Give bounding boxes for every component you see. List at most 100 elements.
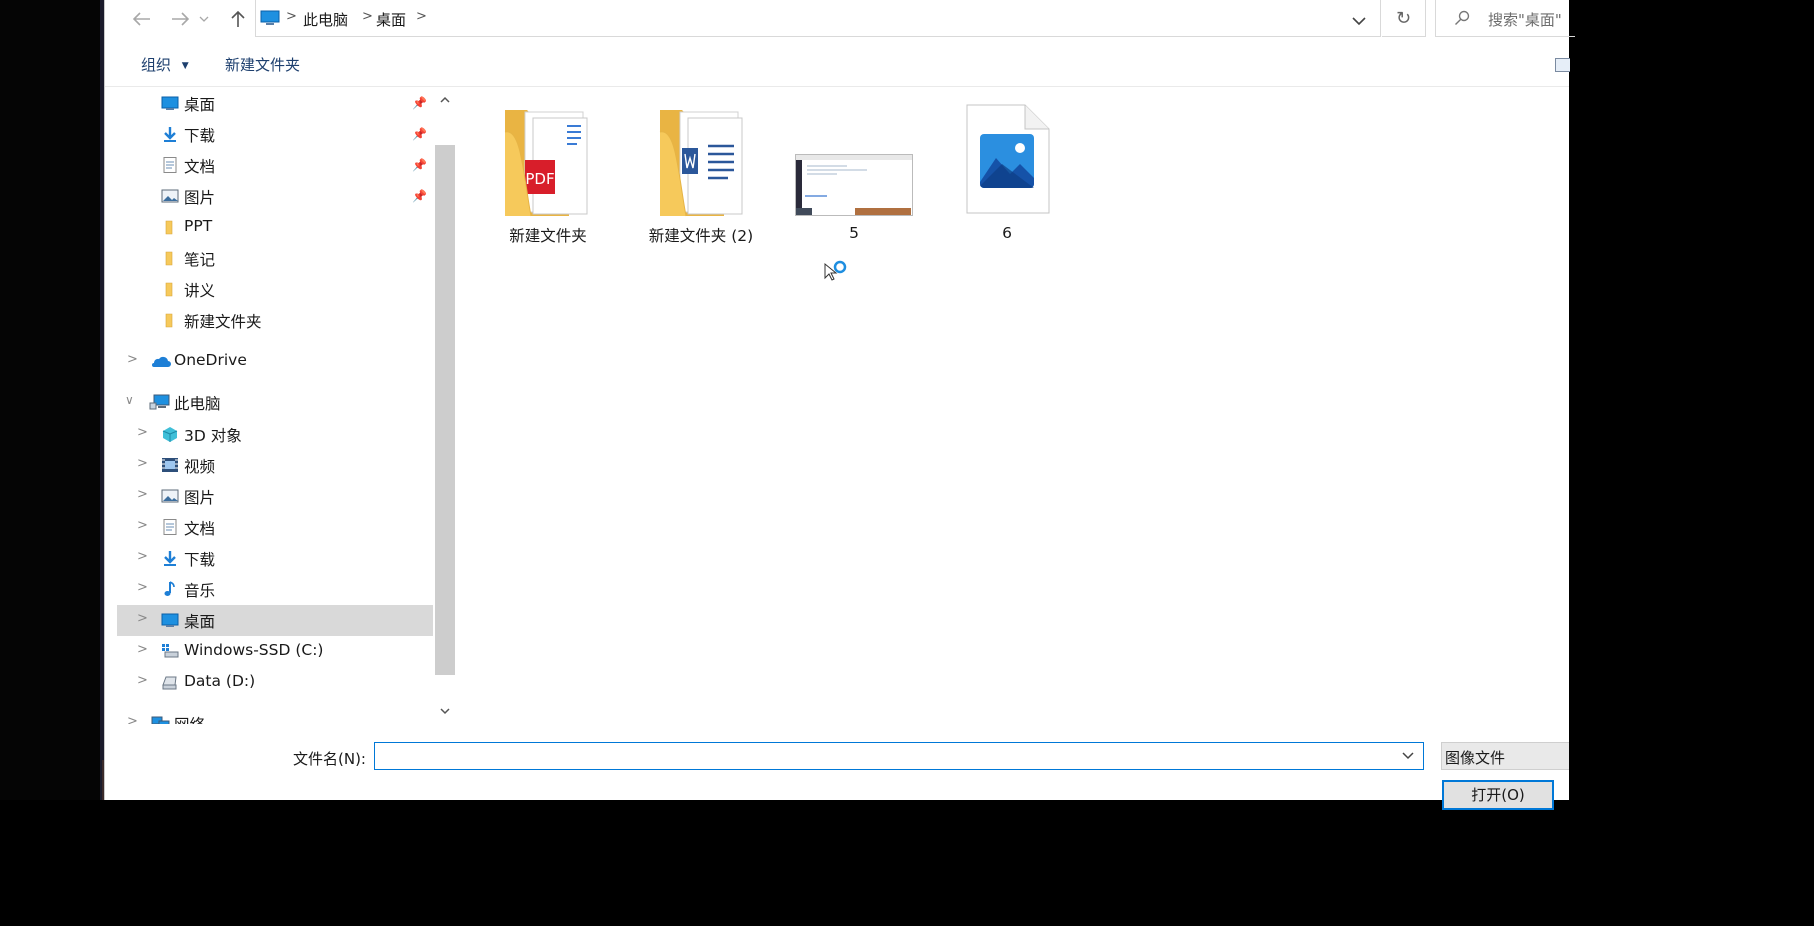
pin-icon[interactable]: 📌 <box>412 189 427 203</box>
breadcrumb-separator: > <box>362 9 373 24</box>
nav-item-label: 下载 <box>184 127 216 145</box>
file-item-5[interactable]: 5 <box>789 102 919 252</box>
busy-cursor-icon <box>824 260 847 281</box>
chevron-down-icon <box>199 16 209 22</box>
forward-button[interactable] <box>165 4 195 34</box>
file-name: 新建文件夹 <box>509 227 587 245</box>
chevron-right-icon[interactable]: > <box>137 456 148 471</box>
refresh-button[interactable]: ↻ <box>1382 0 1426 37</box>
command-toolbar: 组织 ▼ 新建文件夹 <box>105 38 1570 87</box>
nav-item-pictures[interactable]: 图片 📌 <box>117 181 433 212</box>
nav-item-pictures-pc[interactable]: > 图片 <box>117 481 433 512</box>
address-bar[interactable]: > 此电脑 > 桌面 > <box>255 0 1381 37</box>
nav-item-drive-c[interactable]: > Windows-SSD (C:) <box>117 636 433 667</box>
chevron-right-icon[interactable]: > <box>137 487 148 502</box>
search-icon <box>1455 10 1470 25</box>
nav-item-this-pc[interactable]: ∨ 此电脑 <box>117 387 433 418</box>
nav-item-documents[interactable]: 文档 📌 <box>117 150 433 181</box>
back-arrow-icon <box>133 12 150 26</box>
folder-icon <box>165 251 173 266</box>
pdf-badge-text: PDF <box>525 170 554 188</box>
open-button[interactable]: 打开(O) <box>1442 780 1554 810</box>
file-name: 6 <box>1002 224 1012 242</box>
folder-with-pdf-icon: PDF <box>504 110 588 217</box>
chevron-right-icon[interactable]: > <box>137 611 148 626</box>
nav-item-onedrive[interactable]: > OneDrive <box>117 346 433 377</box>
chevron-right-icon[interactable]: > <box>127 714 138 724</box>
nav-item-label: 文档 <box>184 520 216 538</box>
nav-item-label: 新建文件夹 <box>184 313 262 331</box>
download-arrow-icon <box>164 551 176 566</box>
download-arrow-icon <box>164 127 176 142</box>
pin-icon[interactable]: 📌 <box>412 96 427 110</box>
new-folder-button[interactable]: 新建文件夹 <box>225 54 300 75</box>
nav-item-label: 音乐 <box>184 582 216 600</box>
nav-item-ppt[interactable]: PPT <box>117 212 433 243</box>
nav-item-label: Windows-SSD (C:) <box>184 641 324 659</box>
nav-item-label: 3D 对象 <box>184 427 242 445</box>
file-item-6[interactable]: 6 <box>942 102 1072 252</box>
nav-item-notes[interactable]: 笔记 <box>117 243 433 274</box>
chevron-right-icon[interactable]: > <box>127 352 138 367</box>
scroll-up-button[interactable] <box>435 92 455 106</box>
nav-item-label: 视频 <box>184 458 216 476</box>
chevron-right-icon[interactable]: > <box>137 642 148 657</box>
breadcrumb-desktop[interactable]: 桌面 <box>376 9 406 30</box>
search-box[interactable]: 搜索"桌面" <box>1435 0 1575 37</box>
nav-item-network[interactable]: > 网络 <box>117 708 433 724</box>
chevron-right-icon[interactable]: > <box>137 549 148 564</box>
chevron-down-icon[interactable]: ∨ <box>125 393 134 407</box>
search-placeholder: 搜索"桌面" <box>1488 11 1562 29</box>
chevron-right-icon[interactable]: > <box>137 518 148 533</box>
filename-input[interactable] <box>374 742 1424 770</box>
file-type-filter[interactable]: 图像文件 <box>1441 742 1569 770</box>
pictures-icon <box>161 489 179 503</box>
nav-item-desktop[interactable]: 桌面 📌 <box>117 88 433 119</box>
nav-item-music[interactable]: > 音乐 <box>117 574 433 605</box>
file-item-folder[interactable]: PDF 新建文件夹 <box>483 102 613 252</box>
pin-icon[interactable]: 📌 <box>412 158 427 172</box>
nav-item-handouts[interactable]: 讲义 <box>117 274 433 305</box>
nav-scrollbar-thumb[interactable] <box>435 145 455 675</box>
file-type-filter-value: 图像文件 <box>1445 749 1506 767</box>
nav-item-label: Data (D:) <box>184 672 256 690</box>
chevron-right-icon[interactable]: > <box>137 580 148 595</box>
breadcrumb-this-pc[interactable]: 此电脑 <box>303 9 348 30</box>
nav-item-3d-objects[interactable]: > 3D 对象 <box>117 419 433 450</box>
chevron-up-icon <box>440 96 450 103</box>
up-button[interactable] <box>223 4 253 34</box>
navigation-pane[interactable]: 桌面 📌 下载 📌 文档 📌 图片 📌 PPT 笔记 讲义 新建文件夹 > On… <box>117 88 457 724</box>
nav-item-desktop-pc[interactable]: > 桌面 <box>117 605 433 636</box>
forward-arrow-icon <box>172 12 189 26</box>
filename-history-dropdown[interactable] <box>1395 745 1421 767</box>
chevron-right-icon[interactable]: > <box>137 673 148 688</box>
address-history-dropdown[interactable] <box>1352 12 1366 30</box>
windows-drive-icon <box>162 644 179 658</box>
pin-icon[interactable]: 📌 <box>412 127 427 141</box>
chevron-down-icon <box>440 708 450 715</box>
organize-button[interactable]: 组织 ▼ <box>141 54 189 75</box>
nav-item-documents-pc[interactable]: > 文档 <box>117 512 433 543</box>
back-button[interactable] <box>127 4 157 34</box>
nav-item-videos[interactable]: > 视频 <box>117 450 433 481</box>
network-icon <box>151 716 170 724</box>
view-options-icon[interactable] <box>1555 58 1570 72</box>
nav-item-label: OneDrive <box>174 351 247 369</box>
nav-item-label: PPT <box>184 217 213 235</box>
screenshot-thumbnail <box>795 154 913 216</box>
drive-icon <box>162 676 177 690</box>
file-item-folder-2[interactable]: 新建文件夹 (2) <box>636 102 766 252</box>
breadcrumb-separator: > <box>286 9 297 24</box>
recent-locations-button[interactable] <box>197 4 211 34</box>
refresh-icon: ↻ <box>1395 7 1412 29</box>
open-button-label: 打开(O) <box>1471 786 1525 804</box>
chevron-right-icon[interactable]: > <box>137 425 148 440</box>
nav-item-new-folder[interactable]: 新建文件夹 <box>117 305 433 336</box>
nav-item-downloads-pc[interactable]: > 下载 <box>117 543 433 574</box>
3d-objects-icon <box>162 427 178 442</box>
scroll-down-button[interactable] <box>435 704 455 718</box>
folder-icon <box>165 282 173 297</box>
pictures-icon <box>161 189 179 203</box>
nav-item-downloads[interactable]: 下载 📌 <box>117 119 433 150</box>
nav-item-drive-d[interactable]: > Data (D:) <box>117 667 433 698</box>
